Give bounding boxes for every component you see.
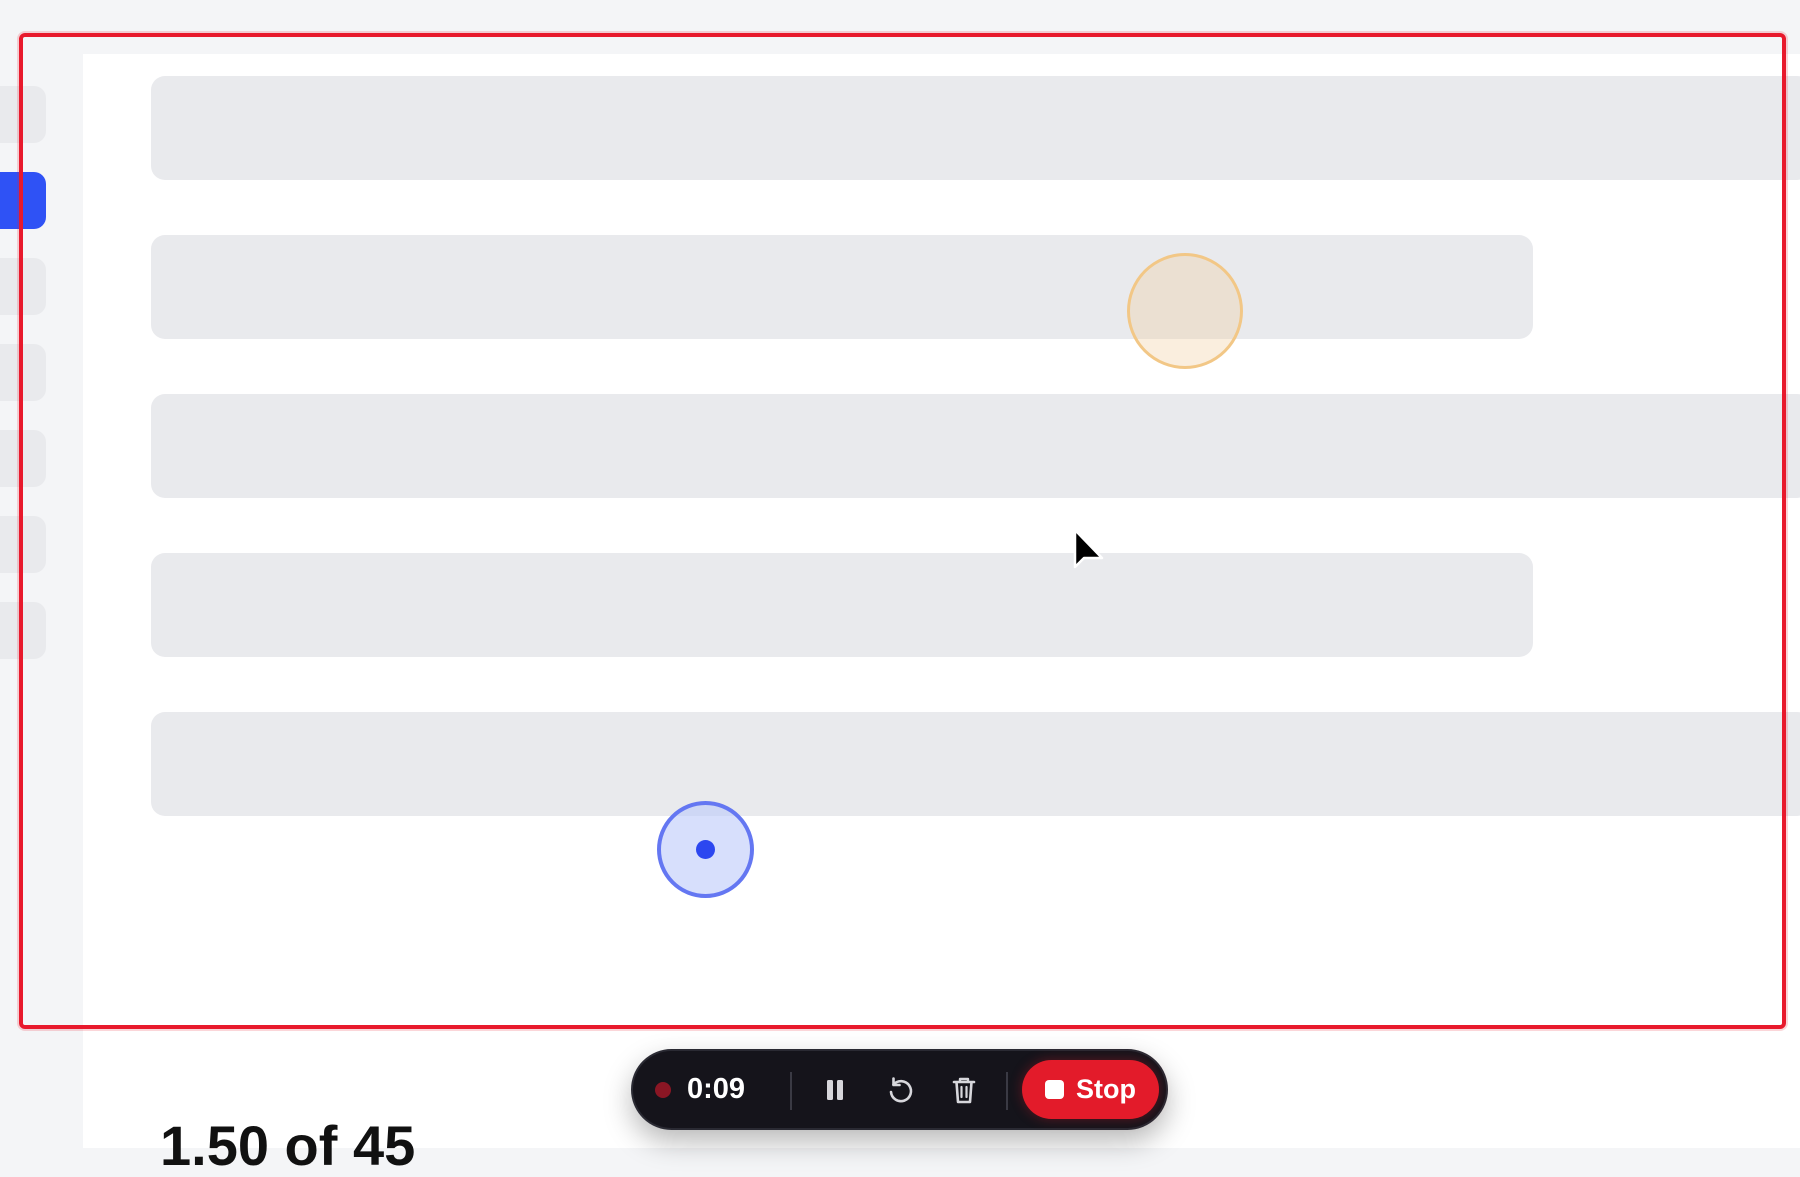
sidebar bbox=[0, 0, 83, 1148]
recording-toolbar: 0:09 Stop bbox=[631, 1049, 1168, 1130]
click-indicator-dot bbox=[696, 840, 715, 859]
recording-indicator-icon bbox=[655, 1082, 671, 1098]
sidebar-item[interactable] bbox=[0, 602, 46, 659]
restart-button[interactable] bbox=[876, 1066, 924, 1114]
toolbar-divider bbox=[1006, 1072, 1008, 1110]
skeleton-row bbox=[151, 76, 1800, 180]
click-indicator bbox=[657, 801, 754, 898]
skeleton-row bbox=[151, 553, 1533, 657]
skeleton-row bbox=[151, 394, 1800, 498]
mouse-cursor-icon bbox=[1073, 528, 1104, 569]
pause-button[interactable] bbox=[811, 1066, 859, 1114]
toolbar-divider bbox=[790, 1072, 792, 1110]
skeleton-row bbox=[151, 712, 1800, 816]
delete-button[interactable] bbox=[940, 1066, 988, 1114]
hover-highlight-ring bbox=[1127, 253, 1243, 369]
sidebar-item-active[interactable] bbox=[0, 172, 46, 229]
stop-button-label: Stop bbox=[1076, 1074, 1136, 1104]
skeleton-row bbox=[151, 235, 1533, 339]
restart-icon bbox=[889, 1077, 913, 1103]
sidebar-item[interactable] bbox=[0, 516, 46, 573]
sidebar-item[interactable] bbox=[0, 258, 46, 315]
stop-icon bbox=[1045, 1080, 1064, 1099]
sidebar-item[interactable] bbox=[0, 344, 46, 401]
page-heading: 1.50 of 45 bbox=[160, 1114, 416, 1177]
pause-icon bbox=[827, 1080, 843, 1100]
sidebar-item[interactable] bbox=[0, 430, 46, 487]
sidebar-item[interactable] bbox=[0, 86, 46, 143]
trash-icon bbox=[952, 1077, 976, 1104]
stop-button[interactable]: Stop bbox=[1022, 1060, 1159, 1119]
recording-timer: 0:09 bbox=[687, 1073, 746, 1105]
